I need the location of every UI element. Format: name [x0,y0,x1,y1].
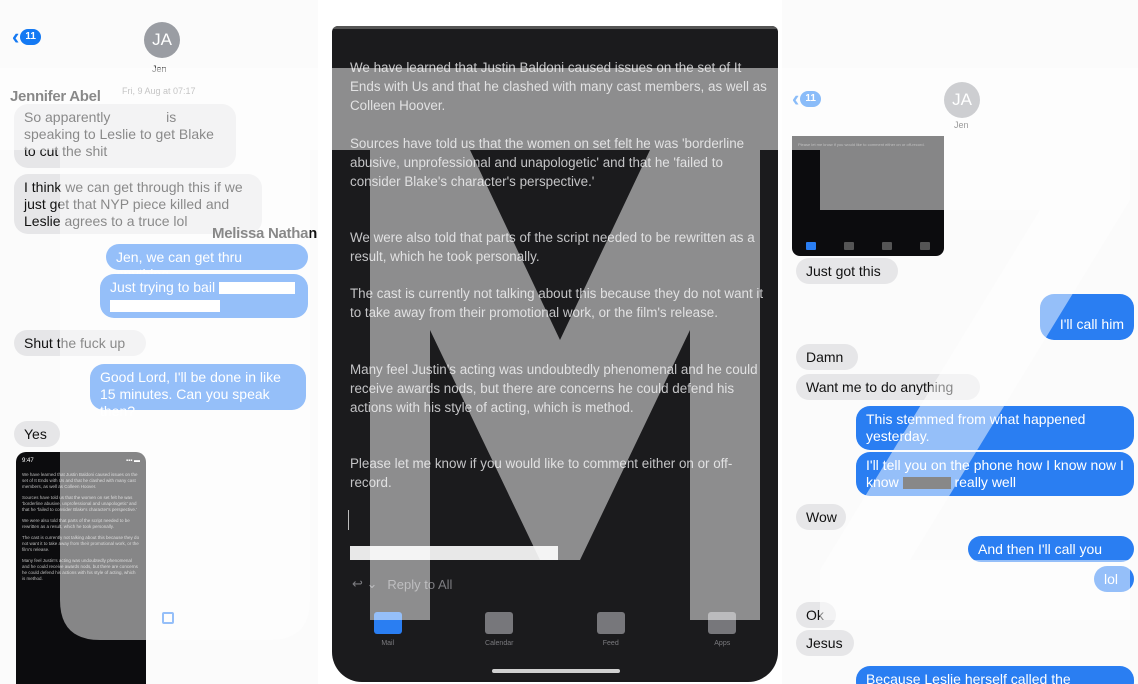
apps-icon [708,612,737,634]
mini-email-line: Many feel Justin's acting was undoubtedl… [22,558,138,581]
message-bubble-sent: I'll tell you on the phone how I know no… [856,452,1134,496]
status-time: 9:47 [22,458,34,464]
message-bubble-sent: And then I'll call you [968,536,1134,562]
tab-mail[interactable]: Mail [343,612,433,682]
message-bubble-sent: Just trying to bail [100,274,308,318]
contact-avatar[interactable]: JA [144,22,180,58]
redaction-box [218,282,295,295]
contact-avatar[interactable]: JA [944,82,980,118]
tab-label: Apps [714,640,731,647]
unread-count-badge: 11 [800,91,821,107]
message-bubble-received: Damn [796,344,858,370]
feed-icon [882,242,892,250]
mail-icon [806,242,816,250]
reply-all-button[interactable]: ↩︎ ⌄ Reply to All [352,576,452,592]
message-bubble-received: Just got this [796,258,898,284]
redaction-box [114,112,163,125]
email-paragraph: Please let me know if you would like to … [350,456,733,490]
email-paragraph: The cast is currently not talking about … [350,286,764,320]
redaction-box [902,477,951,490]
email-screenshot-attachment[interactable]: 9:47 ▪▪▪ ▬ We have learned that Justin Ba… [16,452,146,684]
message-bubble-sent: I'll call him [1040,294,1134,340]
reply-all-icon: ↩︎ ⌄ [352,576,378,591]
signal-icon: ▪▪▪ ▬ [125,458,140,464]
mini-email-line: We were also told that parts of the scri… [22,518,130,529]
message-bubble-received: Want me to do anything [796,374,980,400]
unread-count-badge: 11 [20,29,41,45]
receiver-label: Melissa Nathan [212,225,318,242]
apps-icon [920,242,930,250]
email-screen: We have learned that Justin Baldoni caus… [332,26,778,682]
reply-all-label: Reply to All [387,576,453,592]
divider [332,26,778,29]
right-message-panel: ‹ 11 JA Jen Please let me know if you wo… [782,0,1138,684]
share-icon[interactable] [162,612,174,624]
calendar-icon [844,242,854,250]
message-bubble-sent: This stemmed from what happened yesterda… [856,406,1134,450]
message-bubble-sent: Because Leslie herself called the [856,666,1134,684]
tab-label: Calendar [485,640,514,647]
back-button[interactable]: ‹ 11 [792,86,821,111]
signature-bar [350,546,558,560]
message-bubble-received: Jesus [796,630,854,656]
message-timestamp: Fri, 9 Aug at 07:17 [122,86,196,96]
home-indicator [492,669,620,673]
email-paragraph: We were also told that parts of the scri… [350,230,755,264]
message-bubble-received: So apparently is speaking to Leslie to g… [14,104,236,168]
mail-icon [373,612,402,634]
message-bubble-sent: Good Lord, I'll be done in like 15 minut… [90,364,306,419]
message-bubble-received: Yes [14,421,60,447]
text-cursor [348,510,349,530]
calendar-icon [485,612,514,634]
mini-email-line: Sources have told us that the women on s… [22,495,137,512]
feed-icon [596,612,625,634]
tab-apps[interactable]: Apps [677,612,767,682]
contact-name[interactable]: Jen [152,64,167,74]
mini-tab-bar [792,242,944,250]
back-button[interactable]: ‹ 11 [12,24,41,49]
sender-label: Jennifer Abel [10,88,101,105]
email-paragraph: Many feel Justin's acting was undoubtedl… [350,362,758,415]
contact-name[interactable]: Jen [954,120,969,130]
tab-label: Mail [381,640,395,647]
mini-email-line: The cast is currently not talking about … [22,535,140,552]
message-bubble-received: Shut the fuck up [14,330,146,356]
message-bubble-sent: lol [1094,566,1134,592]
mini-email-line: We have learned that Justin Baldoni caus… [22,472,138,489]
email-paragraph: We have learned that Justin Baldoni caus… [350,60,767,113]
email-panel: We have learned that Justin Baldoni caus… [318,0,782,684]
mini-email-line: Please let me know if you would like to … [798,142,925,147]
left-message-panel: ‹ 11 JA Jen Fri, 9 Aug at 07:17 Jennifer… [0,0,318,684]
message-bubble-sent: Jen, we can get thru anything [106,244,308,282]
chevron-left-icon: ‹ [792,86,800,111]
email-screenshot-attachment[interactable]: Please let me know if you would like to … [792,136,944,256]
message-bubble-received: Wow [796,504,846,530]
email-paragraph: Sources have told us that the women on s… [350,136,745,189]
redaction-box [110,300,220,313]
tab-label: Feed [602,640,619,647]
chevron-left-icon: ‹ [12,24,20,49]
message-bubble-received: Ok [796,602,836,628]
